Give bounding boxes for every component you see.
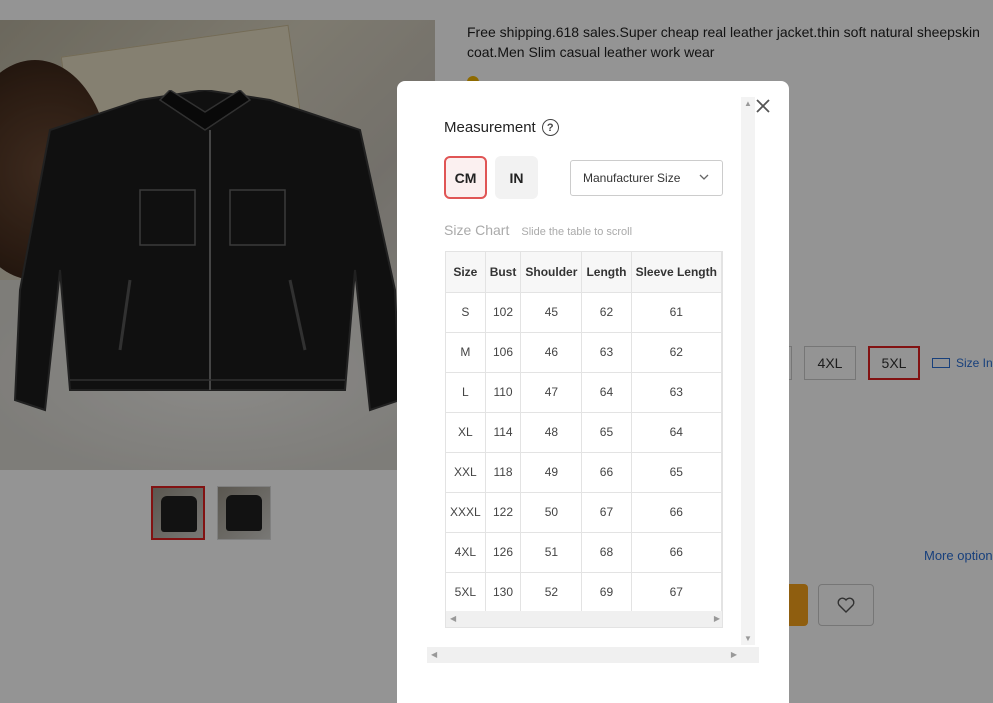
scroll-up-icon[interactable]: ▲: [744, 99, 752, 108]
cell-bust: 130: [485, 572, 522, 613]
scroll-down-icon[interactable]: ▼: [744, 634, 752, 643]
cell-shoulder: 47: [520, 372, 583, 413]
help-icon[interactable]: ?: [541, 119, 559, 136]
cell-bust: 122: [485, 492, 522, 533]
scroll-left-icon[interactable]: ◀: [450, 614, 456, 623]
cell-shoulder: 49: [520, 452, 583, 493]
scroll-hint: Slide the table to scroll: [521, 226, 633, 238]
modal-horizontal-scrollbar[interactable]: ◀ ▶: [427, 647, 759, 663]
col-header-length: Length: [581, 252, 632, 293]
size-chart-title: Size Chart: [444, 222, 510, 238]
cell-size: XL: [446, 412, 486, 453]
cell-length: 66: [581, 452, 632, 493]
cell-length: 63: [581, 332, 632, 373]
cell-size: XXL: [446, 452, 486, 493]
cell-length: 68: [581, 532, 632, 573]
scroll-right-icon[interactable]: ▶: [731, 650, 737, 659]
cell-shoulder: 45: [520, 292, 583, 333]
size-chart-modal: ▲ ▼ Measurement ? CM IN Manufacturer Siz…: [397, 81, 789, 703]
chevron-down-icon: [699, 174, 709, 180]
unit-toggle: CM IN: [444, 156, 538, 199]
table-row: L 110 47 64 63: [446, 372, 722, 413]
cell-size: XXXL: [446, 492, 486, 533]
cell-shoulder: 50: [520, 492, 583, 533]
cell-size: L: [446, 372, 486, 413]
col-header-shoulder: Shoulder: [520, 252, 583, 293]
table-row: M 106 46 63 62: [446, 332, 722, 373]
table-row: 4XL 126 51 68 66: [446, 532, 722, 573]
unit-cm-button[interactable]: CM: [444, 156, 487, 199]
cell-bust: 102: [485, 292, 522, 333]
size-table-container[interactable]: Size Bust Shoulder Length Sleeve Length …: [445, 251, 723, 628]
cell-bust: 118: [485, 452, 522, 493]
col-header-sleeve-length: Sleeve Length: [631, 252, 722, 293]
size-table-body: S 102 45 62 61 M 106 46 63 62 L 110 47 64 63 XL 114 48 65 6…: [446, 292, 722, 613]
cell-sleeve-length: 63: [631, 372, 722, 413]
cell-length: 69: [581, 572, 632, 613]
cell-sleeve-length: 61: [631, 292, 722, 333]
close-button[interactable]: [752, 95, 774, 117]
unit-in-button[interactable]: IN: [495, 156, 538, 199]
cell-bust: 126: [485, 532, 522, 573]
modal-title: Measurement: [444, 119, 536, 136]
table-row: XXXL 122 50 67 66: [446, 492, 722, 533]
cell-bust: 114: [485, 412, 522, 453]
cell-size: S: [446, 292, 486, 333]
cell-bust: 110: [485, 372, 522, 413]
cell-size: 5XL: [446, 572, 486, 613]
cell-sleeve-length: 66: [631, 492, 722, 533]
cell-sleeve-length: 62: [631, 332, 722, 373]
table-row: XL 114 48 65 64: [446, 412, 722, 453]
scroll-left-icon[interactable]: ◀: [431, 650, 437, 659]
cell-sleeve-length: 65: [631, 452, 722, 493]
cell-length: 62: [581, 292, 632, 333]
size-type-value: Manufacturer Size: [583, 171, 681, 185]
cell-shoulder: 46: [520, 332, 583, 373]
size-table: Size Bust Shoulder Length Sleeve Length …: [446, 252, 722, 613]
table-row: S 102 45 62 61: [446, 292, 722, 333]
col-header-bust: Bust: [485, 252, 522, 293]
size-chart-label: Size Chart Slide the table to scroll: [444, 222, 632, 238]
close-icon: [756, 99, 770, 113]
cell-sleeve-length: 66: [631, 532, 722, 573]
col-header-size: Size: [446, 252, 486, 293]
cell-bust: 106: [485, 332, 522, 373]
table-horizontal-scrollbar[interactable]: ◀ ▶: [446, 611, 722, 627]
cell-sleeve-length: 64: [631, 412, 722, 453]
table-row: 5XL 130 52 69 67: [446, 572, 722, 613]
scroll-right-icon[interactable]: ▶: [714, 614, 720, 623]
cell-length: 65: [581, 412, 632, 453]
cell-sleeve-length: 67: [631, 572, 722, 613]
size-type-select[interactable]: Manufacturer Size: [570, 160, 723, 196]
cell-shoulder: 52: [520, 572, 583, 613]
cell-size: M: [446, 332, 486, 373]
modal-vertical-scrollbar[interactable]: ▲ ▼: [741, 97, 755, 645]
table-row: XXL 118 49 66 65: [446, 452, 722, 493]
cell-shoulder: 51: [520, 532, 583, 573]
table-header-row: Size Bust Shoulder Length Sleeve Length: [446, 252, 722, 293]
cell-length: 67: [581, 492, 632, 533]
cell-size: 4XL: [446, 532, 486, 573]
cell-length: 64: [581, 372, 632, 413]
cell-shoulder: 48: [520, 412, 583, 453]
measurement-header: Measurement ?: [444, 119, 559, 136]
